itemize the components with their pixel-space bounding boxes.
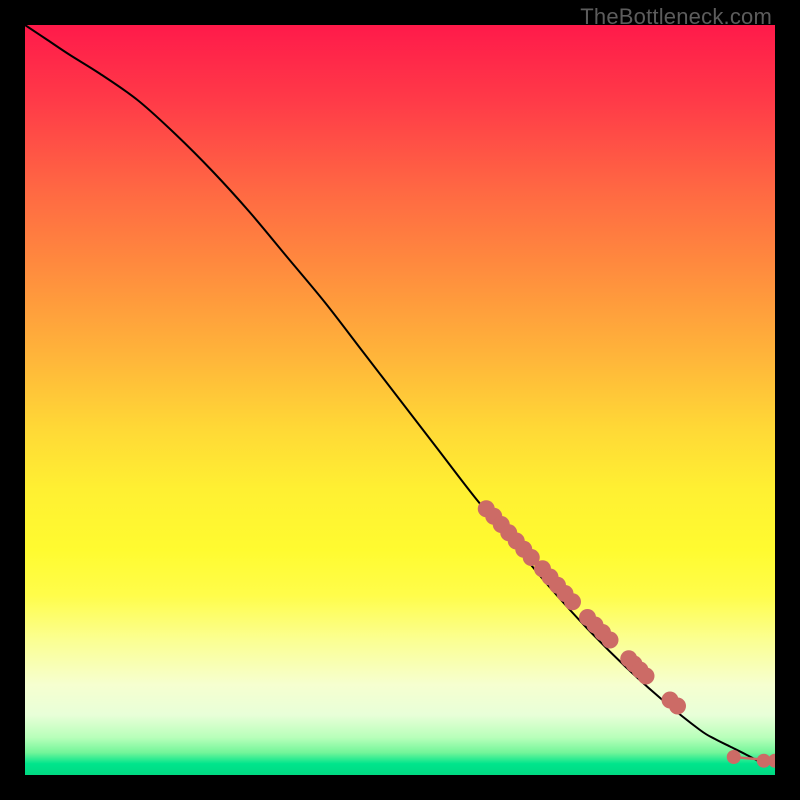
attribution-text: TheBottleneck.com bbox=[580, 4, 772, 30]
data-point bbox=[564, 593, 581, 610]
chart-svg bbox=[25, 25, 775, 775]
data-point bbox=[638, 668, 655, 685]
data-point bbox=[602, 632, 619, 649]
plot-area bbox=[25, 25, 775, 775]
data-point bbox=[669, 698, 686, 715]
bottleneck-curve bbox=[25, 25, 768, 766]
chart-frame: TheBottleneck.com bbox=[0, 0, 800, 800]
